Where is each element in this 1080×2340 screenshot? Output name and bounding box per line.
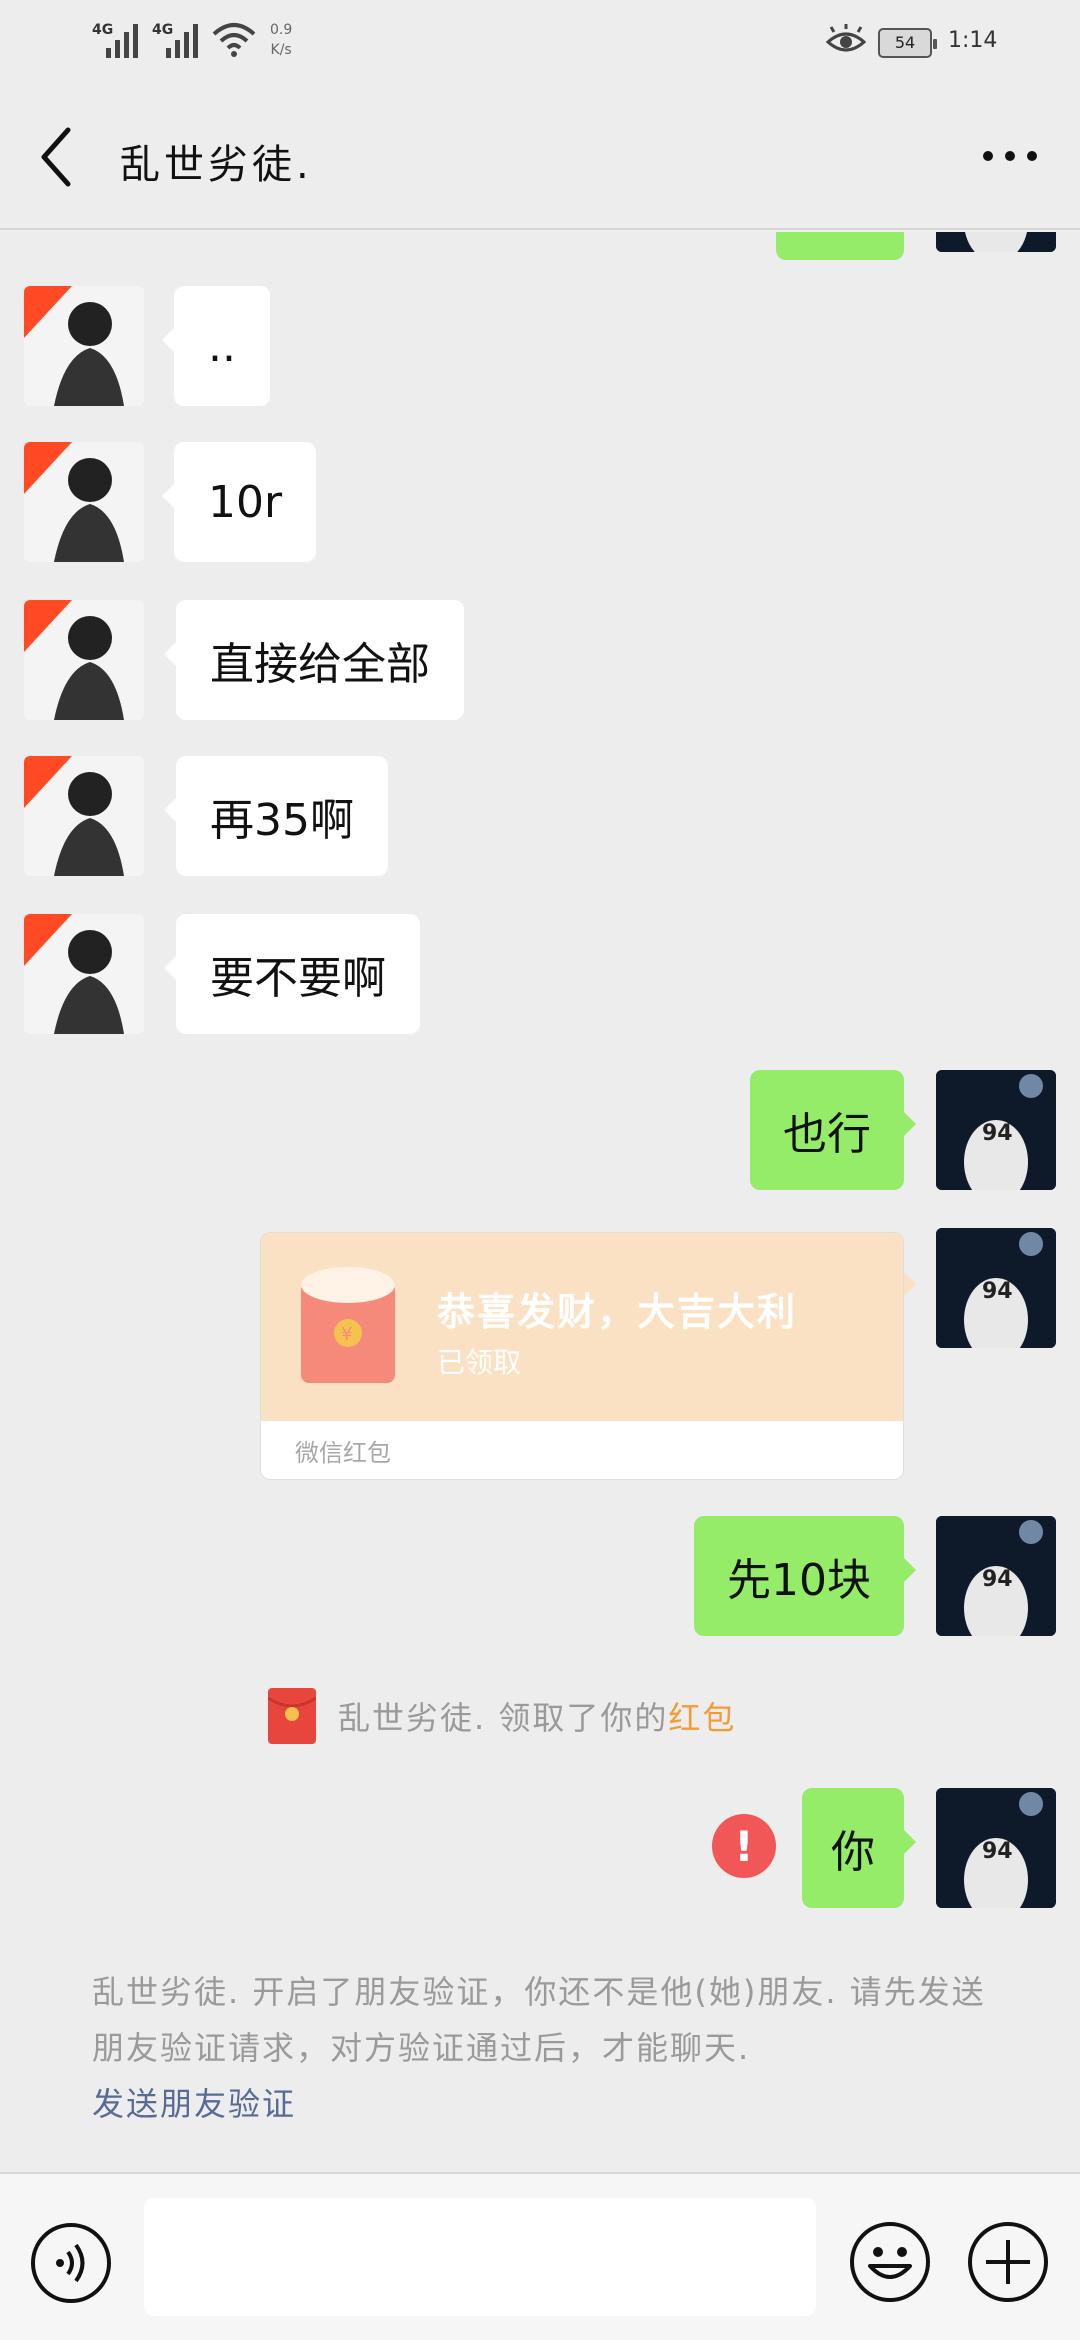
- chevron-left-icon[interactable]: [36, 126, 76, 188]
- system-message-link[interactable]: 红包: [668, 1693, 736, 1739]
- red-packet-received-notice: 乱世劣徒. 领取了你的 红包: [268, 1688, 736, 1744]
- send-friend-request-link[interactable]: 发送朋友验证: [92, 2076, 1012, 2132]
- contact-avatar[interactable]: [24, 600, 144, 720]
- red-packet-status: 已领取: [437, 1346, 522, 1379]
- message-bubble-6[interactable]: 也行: [750, 1070, 916, 1190]
- input-bar: [0, 2172, 1080, 2340]
- my-avatar[interactable]: 94: [936, 1228, 1056, 1348]
- message-bubble-4[interactable]: 再35啊: [164, 756, 388, 876]
- wifi-icon: [212, 23, 256, 57]
- network-speed: 0.9 K/s: [270, 20, 292, 60]
- send-failed-icon[interactable]: !: [712, 1814, 776, 1878]
- emoji-icon[interactable]: [848, 2220, 932, 2304]
- message-bubble-8[interactable]: 你: [802, 1788, 916, 1908]
- friend-verification-text: 乱世劣徒. 开启了朋友验证，你还不是他(她)朋友. 请先发送朋友验证请求，对方验…: [92, 1973, 986, 2067]
- speed-unit: K/s: [270, 42, 292, 58]
- red-packet-footer: 微信红包: [295, 1439, 391, 1467]
- contact-avatar[interactable]: [24, 286, 144, 406]
- friend-verification-notice: 乱世劣徒. 开启了朋友验证，你还不是他(她)朋友. 请先发送朋友验证请求，对方验…: [92, 1964, 1012, 2132]
- message-input[interactable]: [144, 2198, 816, 2316]
- message-bubble-7[interactable]: 先10块: [694, 1516, 916, 1636]
- chat-header: 乱世劣徒.: [0, 86, 1080, 230]
- message-bubble-5[interactable]: 要不要啊: [164, 914, 420, 1034]
- system-message-text: 乱世劣徒. 领取了你的: [338, 1699, 669, 1737]
- red-envelope-icon: ¥: [301, 1267, 395, 1383]
- message-bubble-partial[interactable]: [776, 232, 904, 260]
- svg-text:¥: ¥: [341, 1324, 352, 1345]
- eye-comfort-icon: [826, 24, 866, 52]
- contact-avatar[interactable]: [24, 914, 144, 1034]
- message-bubble-1[interactable]: ..: [162, 286, 270, 406]
- status-bar: 4G 4G 0.9 K/s 54 1:14: [0, 0, 1080, 86]
- red-envelope-small-icon: [268, 1688, 316, 1744]
- contact-avatar[interactable]: [24, 442, 144, 562]
- signal-bars-1-icon: [106, 22, 146, 58]
- voice-icon[interactable]: [30, 2222, 112, 2304]
- red-packet-card[interactable]: ¥ 恭喜发财，大吉大利 已领取 微信红包: [260, 1232, 904, 1480]
- svg-text:94: 94: [982, 1567, 1013, 1592]
- contact-avatar[interactable]: [24, 756, 144, 876]
- my-avatar[interactable]: [936, 232, 1056, 252]
- battery-icon: 54: [878, 28, 937, 58]
- my-avatar[interactable]: 94: [936, 1070, 1056, 1190]
- clock: 1:14: [948, 28, 998, 53]
- speed-value: 0.9: [270, 22, 293, 38]
- signal-bars-2-icon: [166, 22, 206, 58]
- more-dots-icon[interactable]: [980, 146, 1040, 166]
- message-bubble-2[interactable]: 10r: [161, 442, 317, 562]
- red-packet-title: 恭喜发财，大吉大利: [437, 1290, 798, 1334]
- svg-text:94: 94: [982, 1839, 1013, 1864]
- my-avatar[interactable]: 94: [936, 1516, 1056, 1636]
- message-bubble-3[interactable]: 直接给全部: [164, 600, 464, 720]
- chat-title: 乱世劣徒.: [120, 142, 313, 188]
- message-list[interactable]: .. 10r 直接给全部 再35啊 要不要啊 也行 94 ¥ 恭喜发财，大吉大利…: [0, 232, 1080, 2172]
- my-avatar[interactable]: 94: [936, 1788, 1056, 1908]
- svg-text:94: 94: [982, 1279, 1013, 1304]
- plus-icon[interactable]: [966, 2220, 1050, 2304]
- red-packet-tail: [904, 1272, 916, 1296]
- svg-text:94: 94: [982, 1121, 1013, 1146]
